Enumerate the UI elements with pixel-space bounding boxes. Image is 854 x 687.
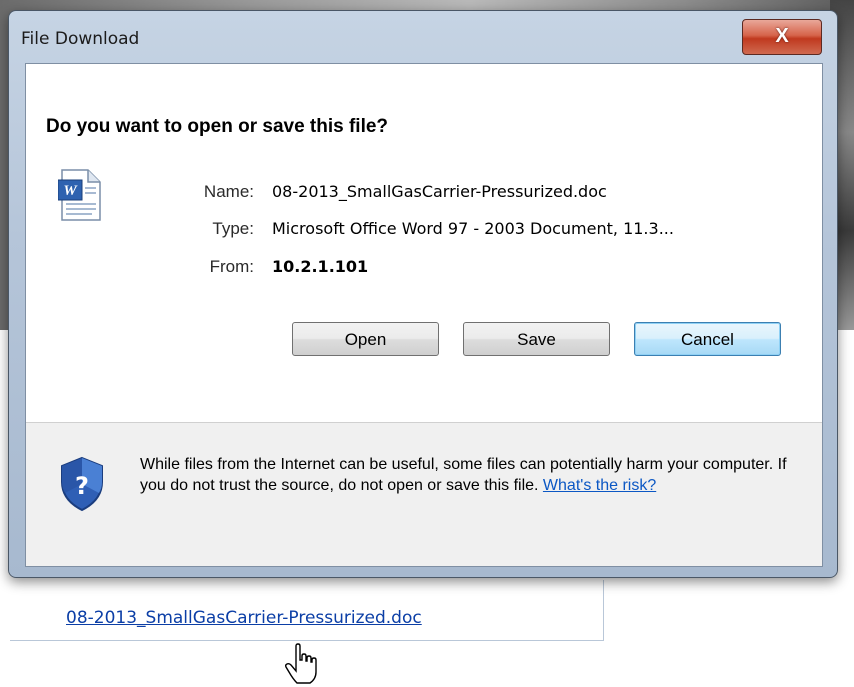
close-icon: X — [775, 25, 789, 47]
hand-pointer-icon — [284, 643, 317, 684]
name-label: Name: — [203, 182, 254, 201]
security-shield-question-icon: ? — [61, 456, 103, 512]
type-value: Microsoft Office Word 97 - 2003 Document… — [272, 219, 674, 238]
from-label: From: — [209, 257, 254, 276]
from-value: 10.2.1.101 — [272, 257, 369, 276]
dialog-question: Do you want to open or save this file? — [46, 116, 389, 137]
whats-the-risk-link[interactable]: What's the risk? — [543, 477, 656, 494]
save-button[interactable]: Save — [463, 322, 610, 356]
warning-text: While files from the Internet can be use… — [140, 456, 787, 494]
type-label: Type: — [212, 219, 254, 238]
document-link[interactable]: 08-2013_SmallGasCarrier-Pressurized.doc — [66, 608, 422, 628]
cancel-button[interactable]: Cancel — [634, 322, 781, 356]
divider — [26, 422, 822, 423]
word-document-icon: W — [58, 169, 101, 221]
close-button[interactable]: X — [742, 19, 822, 55]
security-warning: While files from the Internet can be use… — [140, 454, 790, 496]
name-value: 08-2013_SmallGasCarrier-Pressurized.doc — [272, 182, 607, 201]
dialog-body: Do you want to open or save this file? W… — [25, 63, 823, 567]
dialog-title: File Download — [21, 29, 140, 49]
file-download-dialog: File Download X Do you want to open or s… — [8, 10, 838, 578]
open-button[interactable]: Open — [292, 322, 439, 356]
svg-text:?: ? — [75, 472, 89, 500]
svg-text:W: W — [63, 183, 78, 199]
